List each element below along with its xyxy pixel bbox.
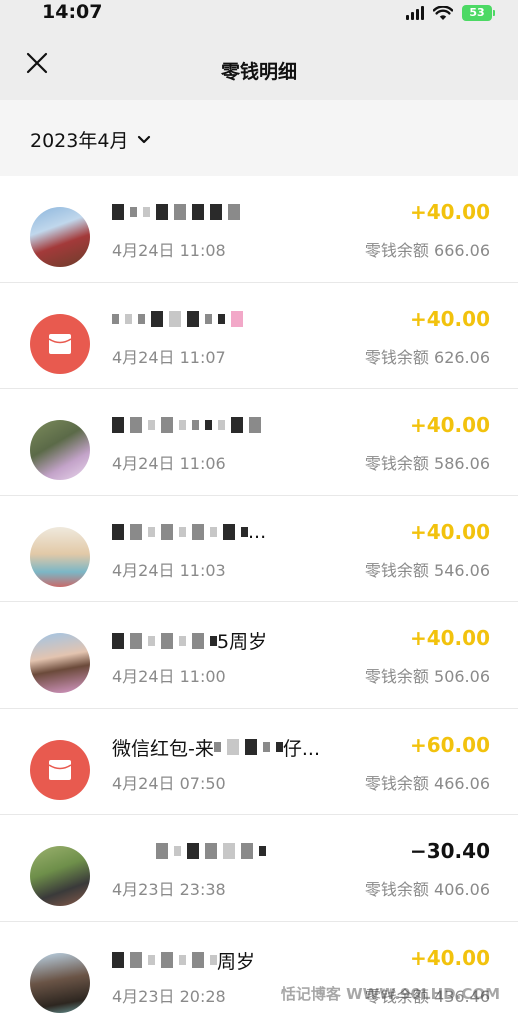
- status-time: 14:07: [42, 1, 102, 23]
- transaction-row[interactable]: 5周岁 4月24日 11:00 +40.00 零钱余额 506.06: [0, 602, 518, 709]
- redacted-text: [112, 521, 248, 543]
- transaction-time: 4月23日 23:38: [112, 876, 226, 900]
- transaction-time: 4月24日 11:06: [112, 450, 226, 474]
- transaction-balance: 零钱余额 546.06: [365, 557, 490, 581]
- transaction-balance: 零钱余额 626.06: [365, 344, 490, 368]
- transaction-time: 4月24日 11:03: [112, 557, 226, 581]
- watermark: 恬记博客 WWW.90LHD.COM: [281, 983, 500, 1004]
- transaction-time: 4月24日 11:00: [112, 663, 226, 687]
- redacted-text: [156, 840, 266, 862]
- red-packet-icon: [47, 757, 73, 783]
- avatar: [30, 633, 90, 693]
- redacted-text: [112, 308, 243, 330]
- transaction-row[interactable]: 4月24日 11:08 +40.00 零钱余额 666.06: [0, 176, 518, 283]
- redacted-text: [112, 414, 261, 436]
- transaction-amount: +40.00: [410, 946, 490, 970]
- transaction-balance: 零钱余额 406.06: [365, 876, 490, 900]
- transaction-title: 5周岁: [112, 627, 382, 654]
- cellular-signal-icon: [406, 6, 424, 20]
- transaction-amount: −30.40: [410, 839, 490, 863]
- transaction-row[interactable]: 4月24日 11:07 +40.00 零钱余额 626.06: [0, 283, 518, 390]
- transaction-amount: +40.00: [410, 413, 490, 437]
- transaction-title: [112, 201, 382, 223]
- transaction-amount: +40.00: [410, 520, 490, 544]
- nav-bar: 零钱明细: [0, 26, 518, 100]
- red-packet-icon: [47, 331, 73, 357]
- transaction-balance: 零钱余额 586.06: [365, 450, 490, 474]
- avatar: [30, 953, 90, 1013]
- page-title: 零钱明细: [0, 57, 518, 84]
- transaction-amount: +40.00: [410, 626, 490, 650]
- transaction-row[interactable]: ... 4月24日 11:03 +40.00 零钱余额 546.06: [0, 496, 518, 603]
- redacted-text: [112, 630, 217, 652]
- battery-icon: 53: [462, 5, 492, 21]
- transaction-title: 周岁: [112, 947, 382, 974]
- transaction-amount: +60.00: [410, 733, 490, 757]
- transaction-balance: 零钱余额 466.06: [365, 770, 490, 794]
- transaction-list: 4月24日 11:08 +40.00 零钱余额 666.06 4月24日 11:…: [0, 176, 518, 1028]
- avatar: [30, 527, 90, 587]
- transaction-amount: +40.00: [410, 307, 490, 331]
- transaction-amount: +40.00: [410, 200, 490, 224]
- transaction-time: 4月24日 11:07: [112, 344, 226, 368]
- status-bar: 14:07 53: [0, 0, 518, 26]
- transaction-title: [112, 840, 382, 862]
- transaction-row[interactable]: 周岁 4月23日 20:28 +40.00 零钱余额 436.46: [0, 922, 518, 1028]
- redacted-text: [214, 736, 283, 758]
- transaction-title: [112, 308, 382, 330]
- transaction-balance: 零钱余额 666.06: [365, 237, 490, 261]
- transaction-title: [112, 414, 382, 436]
- status-icons: 53: [406, 4, 492, 22]
- month-picker[interactable]: 2023年4月: [30, 126, 152, 153]
- transaction-time: 4月24日 11:08: [112, 237, 226, 261]
- redacted-text: [112, 201, 240, 223]
- transaction-row[interactable]: 微信红包-来 仔... 4月24日 07:50 +60.00 零钱余额 466.…: [0, 709, 518, 816]
- transaction-title: 微信红包-来 仔...: [112, 734, 382, 761]
- transaction-time: 4月24日 07:50: [112, 770, 226, 794]
- transaction-row[interactable]: 4月24日 11:06 +40.00 零钱余额 586.06: [0, 389, 518, 496]
- month-filter-bar: 2023年4月: [0, 100, 518, 176]
- avatar: [30, 207, 90, 267]
- avatar: [30, 314, 90, 374]
- chevron-down-icon: [136, 134, 152, 146]
- transaction-title: ...: [112, 521, 382, 543]
- redacted-text: [112, 949, 217, 971]
- month-label: 2023年4月: [30, 126, 128, 153]
- transaction-balance: 零钱余额 506.06: [365, 663, 490, 687]
- avatar: [30, 420, 90, 480]
- avatar: [30, 846, 90, 906]
- avatar: [30, 740, 90, 800]
- wifi-icon: [433, 6, 453, 21]
- transaction-time: 4月23日 20:28: [112, 983, 226, 1007]
- transaction-row[interactable]: 4月23日 23:38 −30.40 零钱余额 406.06: [0, 815, 518, 922]
